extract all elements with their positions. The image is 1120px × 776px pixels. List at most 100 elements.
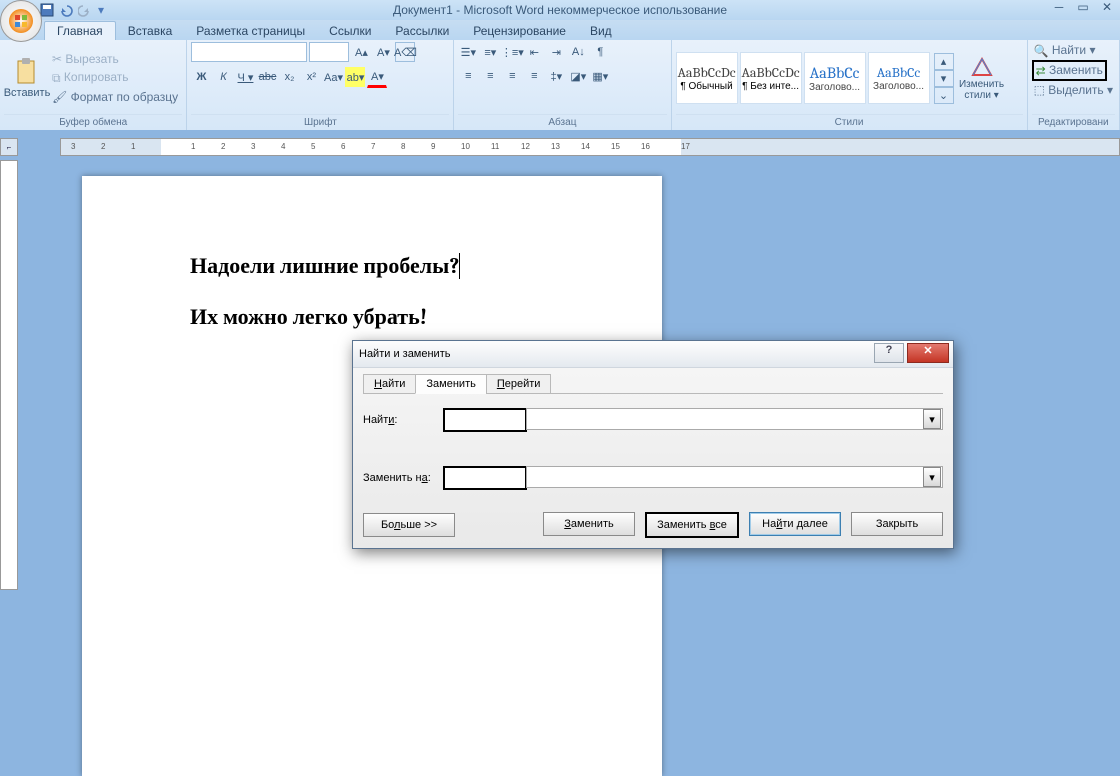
style-heading1[interactable]: AaBbCcЗаголово...	[804, 52, 866, 104]
copy-button[interactable]: ⧉ Копировать	[50, 69, 180, 86]
scissors-icon: ✂	[52, 52, 62, 66]
find-input-rest[interactable]: ▾	[526, 408, 943, 430]
tab-insert[interactable]: Вставка	[116, 22, 185, 40]
window-title: Документ1 - Microsoft Word некоммерческо…	[393, 3, 727, 17]
qat-dropdown-icon[interactable]: ▾	[98, 3, 104, 17]
paste-button[interactable]: Вставить	[4, 57, 50, 99]
doc-line1: Надоели лишние пробелы?	[190, 253, 459, 279]
group-clipboard-label: Буфер обмена	[4, 114, 182, 130]
tab-view[interactable]: Вид	[578, 22, 624, 40]
style-heading2[interactable]: AaBbCcЗаголово...	[868, 52, 930, 104]
text-cursor	[459, 253, 465, 279]
highlight-button[interactable]: ab▾	[345, 67, 365, 87]
dialog-help-button[interactable]: ?	[874, 343, 904, 363]
bold-button[interactable]: Ж	[191, 67, 211, 87]
numbering-button[interactable]: ≡▾	[480, 42, 500, 62]
minimize-button[interactable]: ─	[1050, 0, 1068, 14]
underline-button[interactable]: Ч ▾	[235, 67, 255, 87]
dialog-title-bar[interactable]: Найти и заменить ? ✕	[353, 341, 953, 368]
grow-font-icon[interactable]: A▴	[351, 42, 371, 62]
find-dropdown-icon[interactable]: ▾	[923, 409, 941, 429]
styles-row-down[interactable]: ▾	[934, 70, 954, 87]
bullets-button[interactable]: ☰▾	[458, 42, 478, 62]
dialog-title: Найти и заменить	[359, 348, 450, 360]
align-center-button[interactable]: ≡	[480, 66, 500, 86]
dialog-close-button[interactable]: ✕	[907, 343, 949, 363]
format-painter-button[interactable]: 🖌 Формат по образцу	[50, 89, 180, 106]
strike-button[interactable]: abc	[257, 67, 277, 87]
office-button[interactable]	[0, 0, 42, 42]
find-input[interactable]	[443, 408, 527, 432]
superscript-button[interactable]: x²	[301, 67, 321, 87]
replace-label: Заменить на:	[363, 472, 443, 484]
replace-input-rest[interactable]: ▾	[526, 466, 943, 488]
shading-button[interactable]: ◪▾	[568, 66, 588, 86]
doc-line2: Их можно легко убрать!	[190, 303, 465, 332]
ribbon: Вставить ✂ Вырезать ⧉ Копировать 🖌 Форма…	[0, 40, 1120, 131]
font-color-button[interactable]: A▾	[367, 66, 387, 88]
tab-layout[interactable]: Разметка страницы	[184, 22, 317, 40]
find-label: Найти:	[363, 414, 443, 426]
ribbon-tabs: Главная Вставка Разметка страницы Ссылки…	[0, 20, 1120, 40]
dialog-tab-replace[interactable]: Заменить	[415, 374, 486, 394]
replace-icon: ⇄	[1036, 64, 1046, 78]
borders-button[interactable]: ▦▾	[590, 66, 610, 86]
change-styles-button[interactable]: Изменить стили ▾	[954, 55, 1010, 101]
replace-one-button[interactable]: Заменить	[543, 512, 635, 536]
group-font-label: Шрифт	[191, 114, 449, 130]
align-right-button[interactable]: ≡	[502, 66, 522, 86]
vertical-ruler[interactable]	[0, 160, 18, 590]
tab-mail[interactable]: Рассылки	[383, 22, 461, 40]
ruler-corner[interactable]: ⌐	[0, 138, 18, 156]
find-next-button[interactable]: Найти далее	[749, 512, 841, 536]
horizontal-ruler[interactable]: 321 1234567891011121314151617	[60, 138, 1120, 156]
dialog-tab-goto[interactable]: Перейти	[486, 374, 552, 394]
replace-dropdown-icon[interactable]: ▾	[923, 467, 941, 487]
sort-button[interactable]: A↓	[568, 42, 588, 62]
group-editing-label: Редактировани	[1032, 114, 1115, 130]
paste-label: Вставить	[4, 87, 51, 99]
binoculars-icon: 🔍	[1034, 44, 1049, 58]
tab-review[interactable]: Рецензирование	[461, 22, 578, 40]
dialog-tabs: Найти Заменить Перейти	[363, 374, 943, 394]
replace-button[interactable]: ⇄ Заменить	[1032, 60, 1107, 81]
indent-inc-button[interactable]: ⇥	[546, 42, 566, 62]
brush-icon: 🖌	[52, 90, 67, 104]
tab-home[interactable]: Главная	[44, 21, 116, 40]
more-button[interactable]: Больше >>	[363, 513, 455, 537]
styles-row-up[interactable]: ▴	[934, 53, 954, 70]
qat-redo-icon[interactable]	[78, 3, 94, 17]
case-button[interactable]: Aa▾	[323, 67, 343, 87]
font-family-combo[interactable]	[191, 42, 307, 62]
dialog-tab-find[interactable]: Найти	[363, 374, 416, 394]
qat-undo-icon[interactable]	[58, 3, 74, 17]
clear-format-icon[interactable]: A⌫	[395, 42, 415, 62]
font-size-combo[interactable]	[309, 42, 349, 62]
line-spacing-button[interactable]: ‡▾	[546, 66, 566, 86]
close-dialog-button[interactable]: Закрыть	[851, 512, 943, 536]
select-button[interactable]: ⬚ Выделить ▾	[1032, 82, 1115, 99]
qat-save-icon[interactable]	[40, 3, 54, 17]
italic-button[interactable]: К	[213, 67, 233, 87]
find-button[interactable]: 🔍 Найти ▾	[1032, 42, 1098, 59]
tab-refs[interactable]: Ссылки	[317, 22, 383, 40]
multilevel-button[interactable]: ⋮≡▾	[502, 42, 522, 62]
title-bar: ▾ Документ1 - Microsoft Word некоммерчес…	[0, 0, 1120, 20]
replace-input[interactable]	[443, 466, 527, 490]
find-replace-dialog: Найти и заменить ? ✕ Найти Заменить Пере…	[352, 340, 954, 549]
group-paragraph-label: Абзац	[458, 114, 666, 130]
subscript-button[interactable]: x₂	[279, 67, 299, 87]
style-nospacing[interactable]: AaBbCcDc¶ Без инте...	[740, 52, 802, 104]
align-left-button[interactable]: ≡	[458, 66, 478, 86]
indent-dec-button[interactable]: ⇤	[524, 42, 544, 62]
justify-button[interactable]: ≡	[524, 66, 544, 86]
styles-more[interactable]: ⌄	[934, 87, 954, 104]
replace-all-button[interactable]: Заменить все	[645, 512, 739, 538]
maximize-button[interactable]: ▭	[1074, 0, 1092, 14]
show-marks-button[interactable]: ¶	[590, 42, 610, 62]
shrink-font-icon[interactable]: A▾	[373, 42, 393, 62]
cut-button[interactable]: ✂ Вырезать	[50, 51, 180, 68]
close-button[interactable]: ✕	[1098, 0, 1116, 14]
group-styles-label: Стили	[676, 114, 1023, 130]
style-normal[interactable]: AaBbCcDc¶ Обычный	[676, 52, 738, 104]
